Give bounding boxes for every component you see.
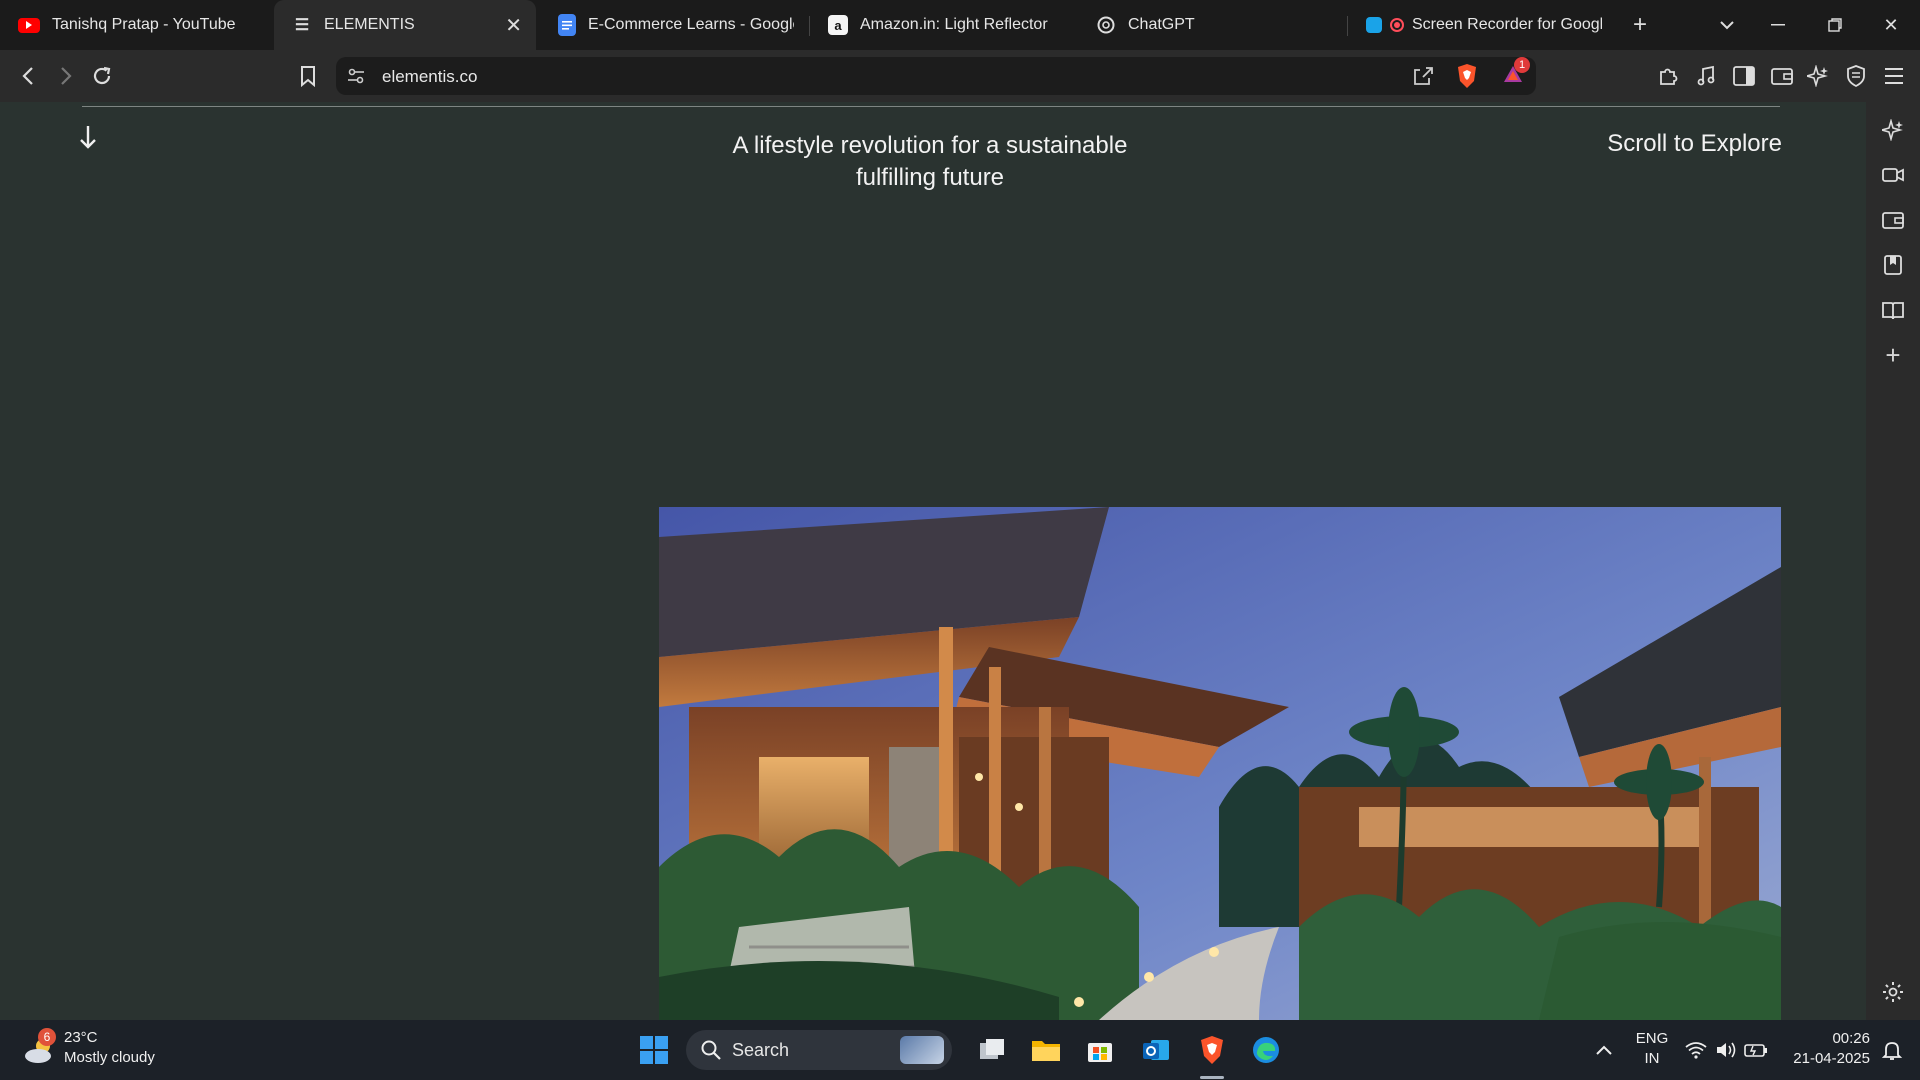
extensions-icon[interactable] — [1648, 50, 1688, 102]
leo-ai-sidebar-icon[interactable] — [1866, 112, 1920, 148]
google-docs-icon — [558, 14, 576, 36]
search-icon — [700, 1039, 722, 1066]
tab-title: E-Commerce Learns - Google D — [588, 16, 794, 33]
sidebar-toggle-icon[interactable] — [1724, 50, 1764, 102]
clock-date: 21-04-2025 — [1793, 1050, 1870, 1067]
outlook-icon[interactable] — [1136, 1030, 1176, 1070]
wallet-icon[interactable] — [1762, 50, 1802, 102]
page-content: A lifestyle revolution for a sustainable… — [0, 102, 1866, 1020]
tab-title: Amazon.in: Light Reflector — [860, 16, 1048, 33]
task-view-icon[interactable] — [972, 1030, 1012, 1070]
scroll-to-explore-link[interactable]: Scroll to Explore — [1560, 130, 1782, 158]
bookmark-button[interactable] — [288, 50, 328, 102]
new-tab-button[interactable]: + — [1615, 0, 1665, 50]
clock-time[interactable]: 00:26 — [1780, 1030, 1870, 1047]
sidebar-settings-icon[interactable] — [1866, 974, 1920, 1010]
weather-badge: 6 — [38, 1028, 56, 1046]
file-explorer-icon[interactable] — [1026, 1030, 1066, 1070]
tab-google-docs[interactable]: E-Commerce Learns - Google D — [540, 0, 810, 50]
taskbar-search[interactable]: Search — [686, 1030, 952, 1070]
browser-toolbar: elementis.co 1 — [0, 50, 1920, 102]
tab-strip: Tanishq Pratap - YouTube ☰ ELEMENTIS ✕ E… — [0, 0, 1920, 50]
rewards-badge: 1 — [1514, 57, 1530, 73]
search-highlight-image — [900, 1036, 944, 1064]
menu-icon: ☰ — [294, 17, 310, 34]
reading-list-icon[interactable] — [1866, 292, 1920, 328]
language-indicator[interactable]: ENG — [1628, 1030, 1676, 1047]
edge-browser-icon[interactable] — [1246, 1030, 1286, 1070]
chatgpt-icon — [1096, 15, 1116, 35]
tab-screen-recorder[interactable]: Screen Recorder for Google — [1348, 0, 1610, 50]
windows-taskbar: 6 23°C Mostly cloudy Search ENG IN 00:26… — [0, 1020, 1920, 1080]
arrow-down-icon[interactable] — [78, 124, 98, 157]
add-sidebar-item-button[interactable]: + — [1866, 337, 1920, 373]
back-button[interactable] — [8, 50, 48, 102]
main-menu-icon[interactable] — [1874, 50, 1914, 102]
url-text: elementis.co — [382, 67, 478, 86]
wallet-sidebar-icon[interactable] — [1866, 202, 1920, 238]
address-bar[interactable]: elementis.co 1 — [336, 57, 1536, 95]
share-icon[interactable] — [1412, 65, 1434, 92]
tab-chatgpt[interactable]: ChatGPT — [1078, 0, 1348, 50]
brave-shields-icon[interactable] — [1456, 63, 1478, 94]
windows-start-icon[interactable] — [634, 1030, 674, 1070]
tab-amazon[interactable]: a Amazon.in: Light Reflector — [810, 0, 1080, 50]
vpn-icon[interactable] — [1836, 50, 1876, 102]
tab-elementis[interactable]: ☰ ELEMENTIS ✕ — [274, 0, 536, 50]
tab-title: Tanishq Pratap - YouTube — [52, 16, 236, 33]
reload-button[interactable] — [82, 50, 122, 102]
tab-title: ELEMENTIS — [324, 16, 415, 33]
notifications-icon[interactable] — [1872, 1030, 1912, 1070]
show-hidden-icons-chevron-icon[interactable] — [1584, 1030, 1624, 1070]
search-label: Search — [732, 1040, 790, 1060]
amazon-icon: a — [828, 15, 848, 35]
leo-ai-icon[interactable] — [1798, 50, 1838, 102]
brave-talk-icon[interactable] — [1866, 157, 1920, 193]
recording-icon — [1390, 18, 1404, 32]
battery-icon[interactable] — [1736, 1030, 1776, 1070]
screen-recorder-icon — [1366, 17, 1382, 33]
site-settings-icon[interactable] — [346, 66, 366, 91]
minimize-button[interactable] — [1753, 0, 1803, 50]
bookmarks-sidebar-icon[interactable] — [1866, 247, 1920, 283]
browser-sidebar: + — [1866, 102, 1920, 1020]
microsoft-store-icon[interactable] — [1080, 1030, 1120, 1070]
tab-search-chevron-icon[interactable] — [1702, 0, 1752, 50]
tab-title: ChatGPT — [1128, 16, 1195, 33]
restore-button[interactable] — [1810, 0, 1860, 50]
close-tab-icon[interactable]: ✕ — [505, 13, 522, 38]
weather-description: Mostly cloudy — [64, 1049, 155, 1066]
forward-button[interactable] — [46, 50, 86, 102]
hero-tagline: A lifestyle revolution for a sustainable… — [732, 132, 1128, 191]
youtube-icon — [18, 17, 40, 33]
tab-title: Screen Recorder for Google — [1412, 16, 1602, 33]
tab-youtube[interactable]: Tanishq Pratap - YouTube — [0, 0, 272, 50]
active-app-indicator — [1200, 1076, 1224, 1079]
brave-browser-icon[interactable] — [1192, 1030, 1232, 1070]
close-window-button[interactable]: ✕ — [1866, 0, 1916, 50]
weather-temperature: 23°C — [64, 1029, 98, 1046]
hero-resort-image — [659, 507, 1781, 1020]
media-icon[interactable] — [1686, 50, 1726, 102]
header-divider — [82, 106, 1780, 107]
language-region: IN — [1644, 1050, 1660, 1067]
